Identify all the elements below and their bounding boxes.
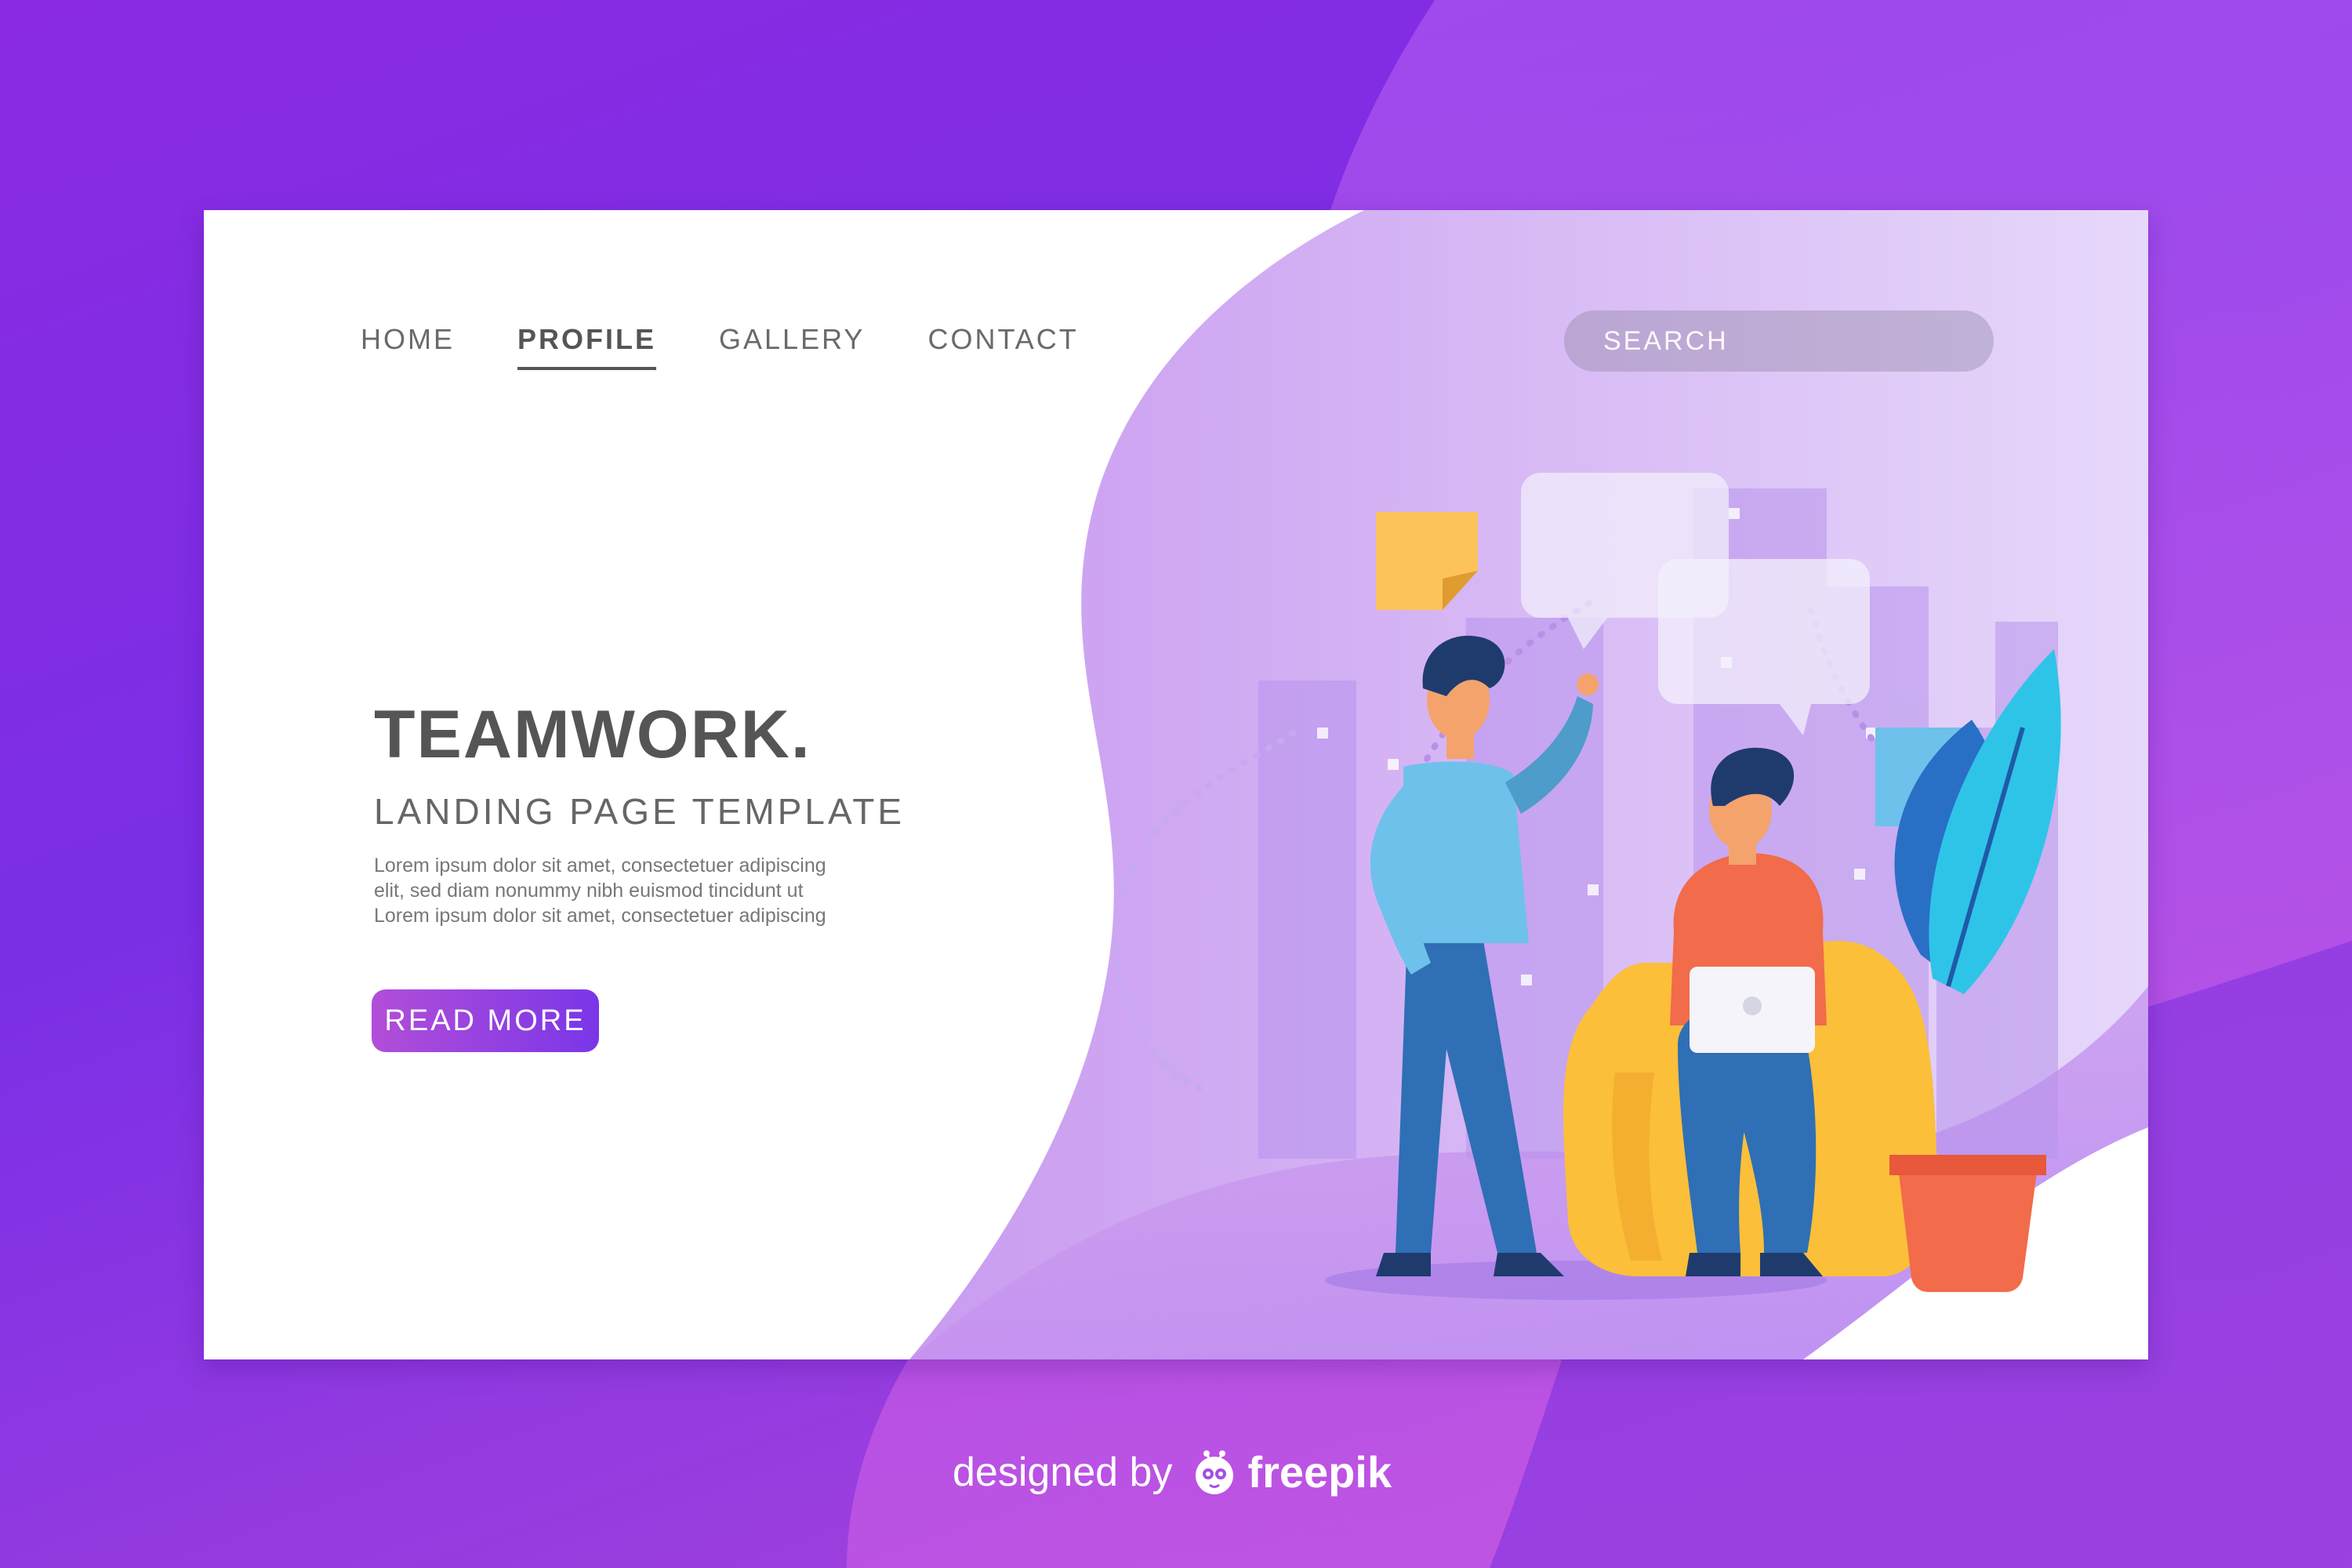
- nav-profile[interactable]: PROFILE: [517, 323, 657, 370]
- hero-subtitle: LANDING PAGE TEMPLATE: [374, 791, 906, 832]
- teamwork-illustration: [909, 210, 2148, 1359]
- read-more-button[interactable]: READ MORE: [372, 989, 599, 1052]
- search-bar: [1564, 310, 1994, 372]
- nav-contact[interactable]: CONTACT: [927, 323, 1078, 370]
- search-input[interactable]: [1602, 325, 1994, 358]
- credit-prefix: designed by: [953, 1449, 1173, 1495]
- hero-description-line: Lorem ipsum dolor sit amet, consectetuer…: [374, 905, 826, 927]
- hero-title: TEAMWORK.: [374, 697, 811, 772]
- hero-description: Lorem ipsum dolor sit amet, consectetuer…: [374, 853, 907, 928]
- hero-description-line: Lorem ipsum dolor sit amet, consectetuer…: [374, 855, 826, 877]
- designer-credit: designed by freepik: [953, 1446, 1392, 1497]
- landing-card: HOME PROFILE GALLERY CONTACT TEAMWORK. L…: [204, 210, 2148, 1359]
- freepik-logo-icon[interactable]: [1189, 1447, 1240, 1497]
- credit-brand[interactable]: freepik: [1247, 1446, 1392, 1497]
- nav-home[interactable]: HOME: [361, 323, 455, 370]
- hero-description-line: elit, sed diam nonummy nibh euismod tinc…: [374, 880, 804, 902]
- nav-gallery[interactable]: GALLERY: [719, 323, 865, 370]
- main-nav: HOME PROFILE GALLERY CONTACT: [361, 323, 1142, 370]
